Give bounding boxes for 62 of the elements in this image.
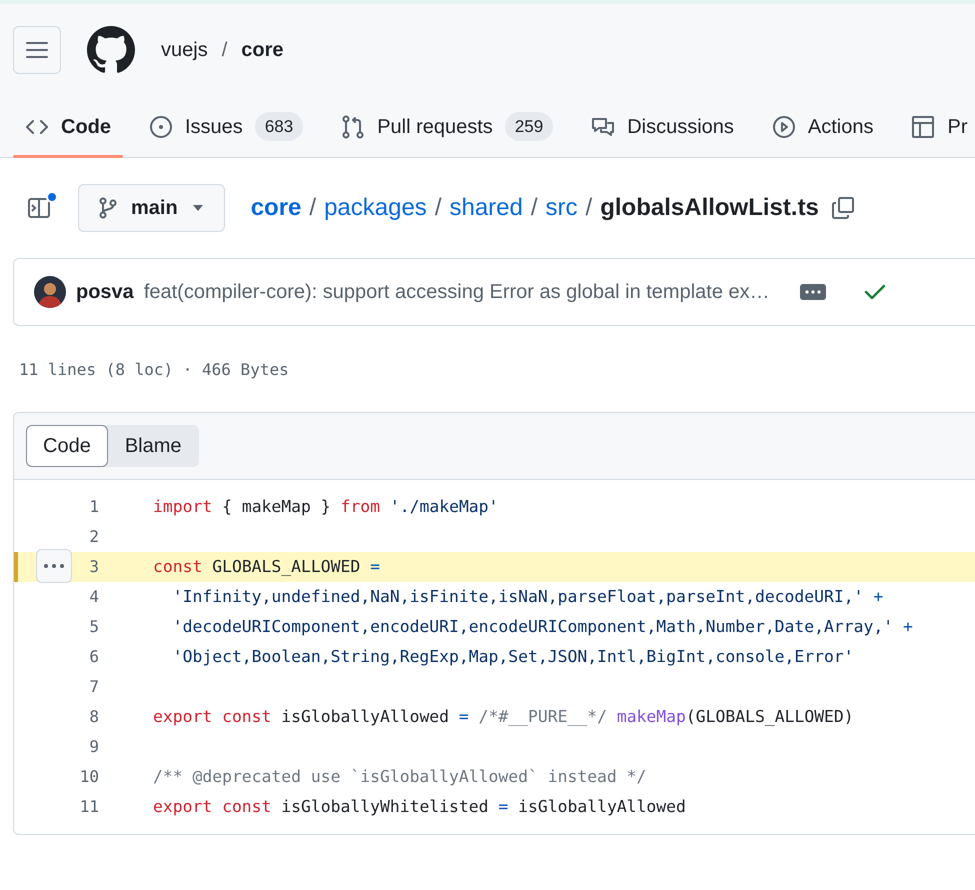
path-separator: /	[434, 193, 442, 223]
line-number: 10	[78, 766, 99, 788]
ellipsis-icon	[804, 290, 821, 294]
author-name[interactable]: posva	[76, 277, 134, 307]
issue-icon	[149, 114, 173, 138]
owner-link[interactable]: vuejs	[161, 35, 208, 65]
line-number: 4	[88, 586, 99, 608]
pull-request-icon	[341, 114, 366, 138]
line-number: 9	[88, 736, 99, 758]
repo-tab[interactable]: Issues 683	[137, 96, 316, 157]
line-number: 6	[88, 646, 99, 668]
path-link[interactable]: core	[250, 190, 302, 226]
code-line: 'Infinity,undefined,NaN,isFinite,isNaN,parseFloat,parseInt,decodeURI,' +	[172, 586, 884, 608]
file-info: 11 lines (8 loc) · 466 Bytes	[19, 359, 290, 381]
count-badge: 259	[504, 112, 554, 142]
branch-button[interactable]: main	[78, 184, 225, 232]
line-number: 8	[88, 706, 99, 728]
line-number: 5	[88, 616, 99, 638]
path-separator: /	[222, 38, 228, 63]
line-number: 1	[88, 496, 99, 518]
menu-icon	[26, 41, 48, 59]
octocat-logo-icon[interactable]	[87, 26, 135, 74]
caret-icon	[192, 204, 204, 212]
avatar	[34, 276, 66, 308]
code-line: 'decodeURIComponent,encodeURI,encodeURIComponent,Math,Number,Date,Array,' +	[172, 616, 913, 638]
path-link[interactable]: shared	[449, 190, 523, 226]
file-name[interactable]: globalsAllowList.ts	[600, 190, 819, 226]
path-link[interactable]: src	[546, 190, 578, 226]
repo-tab[interactable]: Pr	[899, 96, 975, 157]
code-line: export const isGloballyAllowed = /*#__PURE__*/ makeMap(GLOBALS_ALLOWED)	[153, 706, 854, 728]
repo-tab[interactable]: Actions	[760, 96, 886, 157]
ellipsis-button[interactable]	[800, 284, 826, 300]
path-separator: /	[530, 193, 538, 223]
menu-button[interactable]	[13, 26, 61, 74]
code-line: const GLOBALS_ALLOWED =	[153, 556, 380, 578]
play-icon	[772, 114, 796, 138]
copy-icon	[830, 196, 855, 220]
commit-message[interactable]: feat(compiler-core): support accessing Error as global in template ex…	[144, 277, 770, 307]
code-line: export const isGloballyWhitelisted = isGloballyAllowed	[153, 796, 686, 818]
branch-icon	[99, 197, 117, 219]
line-number: 3	[88, 556, 99, 578]
code-line: 'Object,Boolean,String,RegExp,Map,Set,JSON,Intl,BigInt,console,Error'	[172, 646, 854, 668]
code-line: import { makeMap } from './makeMap'	[153, 496, 498, 518]
repo-tab[interactable]: Discussions	[579, 96, 746, 157]
line-number: 11	[78, 796, 99, 818]
repo-link[interactable]: core	[241, 35, 284, 65]
count-badge: 683	[254, 112, 304, 142]
repo-tab[interactable]: Pull requests 259	[329, 96, 566, 157]
path-separator: /	[586, 193, 592, 223]
sidebar-icon	[26, 195, 52, 221]
table-icon	[911, 114, 936, 138]
line-number: 2	[88, 526, 99, 548]
copy-button[interactable]	[830, 196, 855, 220]
repo-tab[interactable]: Code	[13, 96, 123, 157]
code-line: /** @deprecated use `isGloballyAllowed` instead */	[153, 766, 646, 788]
line-options-button[interactable]	[36, 549, 72, 583]
ellipsis-icon	[44, 564, 64, 568]
view-tab[interactable]: Code	[26, 425, 108, 467]
view-tab[interactable]: Blame	[108, 425, 199, 467]
line-number: 7	[88, 676, 99, 698]
path-separator: /	[309, 193, 316, 223]
path-link[interactable]: packages	[324, 190, 427, 226]
